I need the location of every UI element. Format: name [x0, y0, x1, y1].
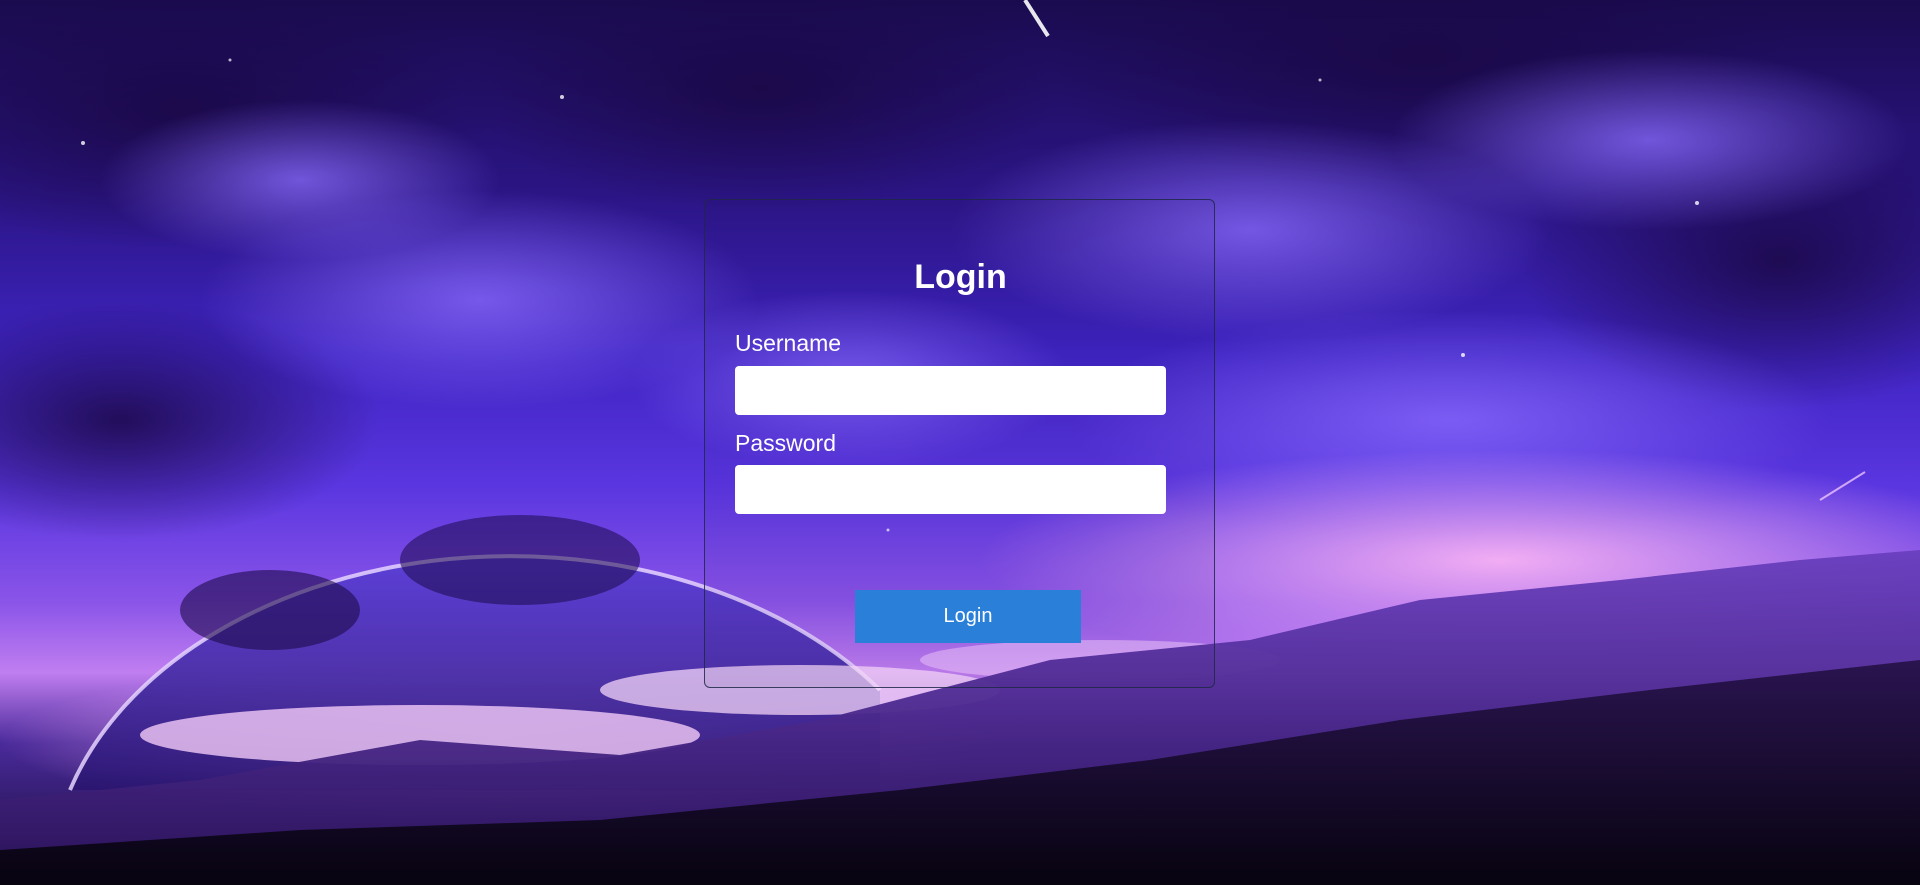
- login-button[interactable]: Login: [855, 590, 1081, 643]
- login-title: Login: [914, 258, 1007, 296]
- password-input[interactable]: [735, 465, 1166, 514]
- username-label: Username: [735, 330, 842, 356]
- login-card: Login Username Password Login: [704, 199, 1215, 688]
- username-input[interactable]: [735, 366, 1166, 415]
- password-label: Password: [735, 430, 836, 456]
